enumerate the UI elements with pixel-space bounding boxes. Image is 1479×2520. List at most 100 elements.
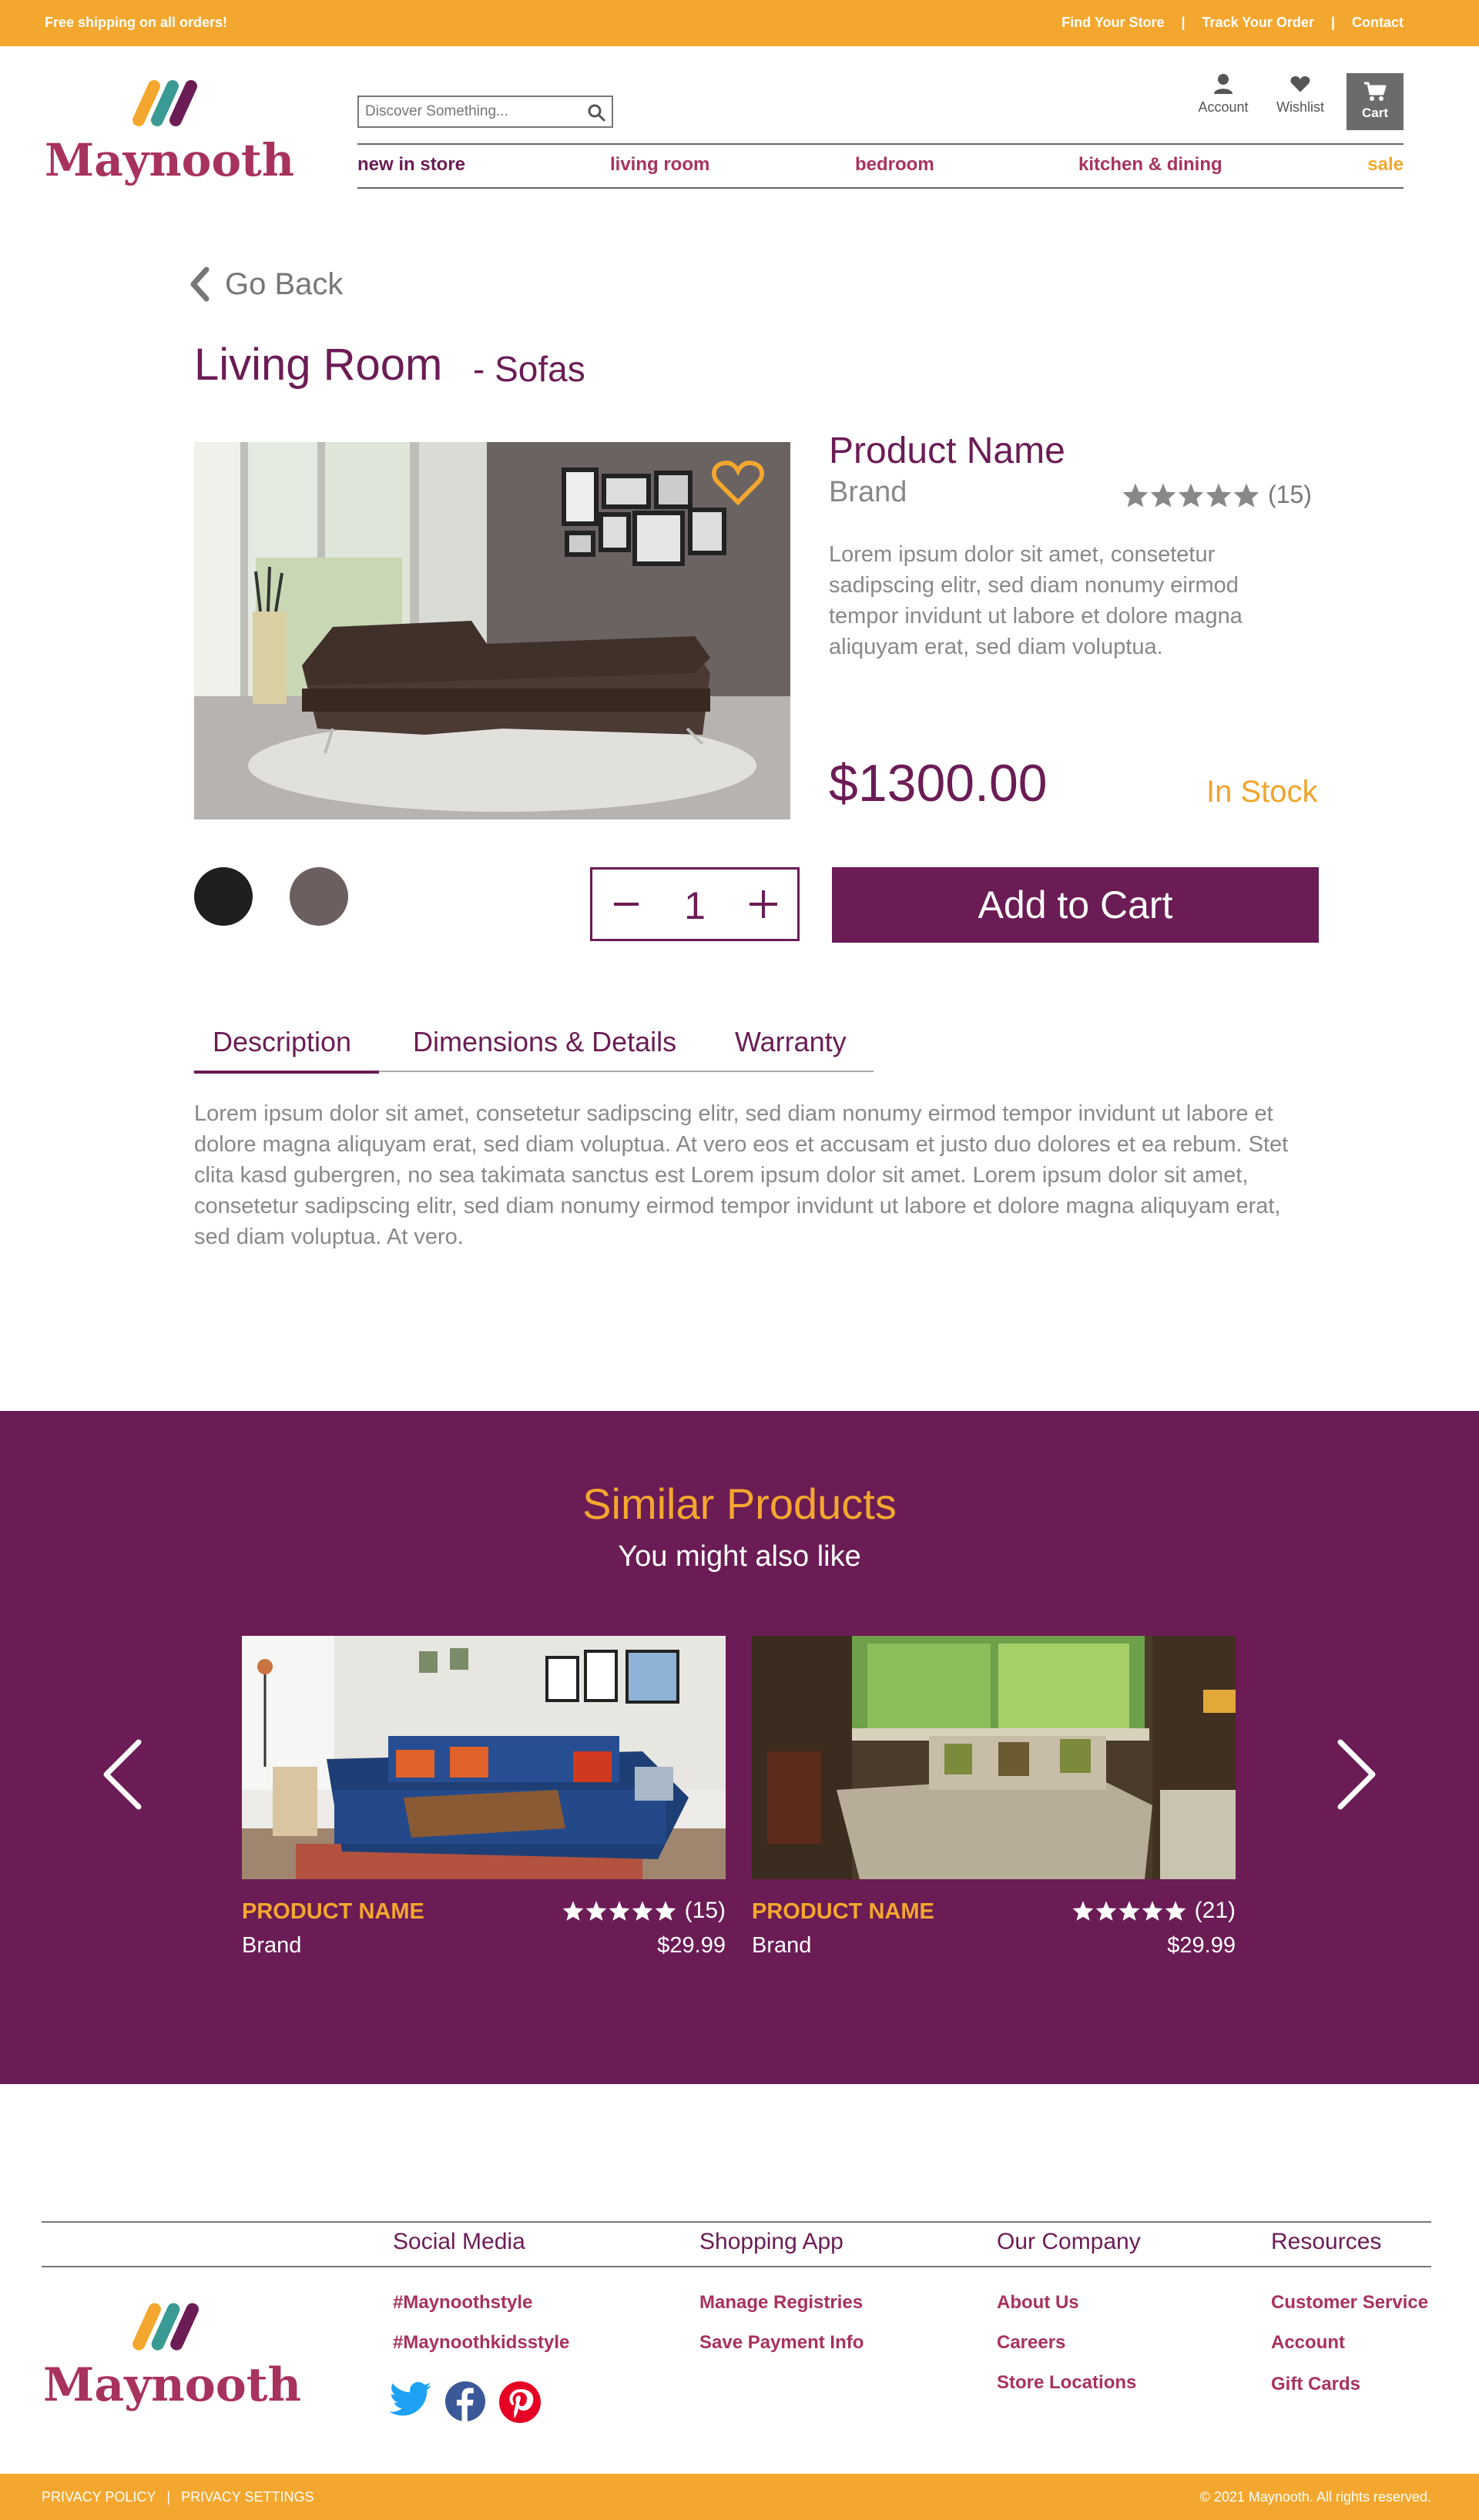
similar-product-brand: Brand xyxy=(752,1933,812,1958)
footer-heading-our-company: Our Company xyxy=(997,2229,1141,2254)
product-tabs: Description Dimensions & Details Warrant… xyxy=(194,1023,874,1074)
twitter-icon[interactable] xyxy=(390,2381,433,2418)
footer-legal-bar: PRIVACY POLICY | PRIVACY SETTINGS © 2021… xyxy=(0,2474,1479,2520)
similar-product-reviews: (15) xyxy=(684,1898,726,1923)
category-title: Living Room xyxy=(194,340,443,390)
privacy-policy-link[interactable]: PRIVACY POLICY xyxy=(42,2489,156,2505)
star-icon xyxy=(1118,1901,1140,1921)
cart-button[interactable]: Cart xyxy=(1347,73,1404,130)
star-icon xyxy=(562,1901,584,1921)
star-icon xyxy=(1142,1901,1163,1921)
product-brand: Brand xyxy=(829,476,907,508)
star-icon xyxy=(1095,1901,1117,1921)
footer-link-store-locations[interactable]: Store Locations xyxy=(997,2372,1136,2394)
similar-product-name[interactable]: PRODUCT NAME xyxy=(242,1899,424,1925)
tab-content-description: Lorem ipsum dolor sit amet, consetetur s… xyxy=(194,1101,1289,1249)
quantity-stepper: 1 xyxy=(590,867,800,941)
brand-name: Maynooth xyxy=(43,2358,302,2412)
similar-product-price: $29.99 xyxy=(657,1933,726,1958)
nav-top-divider xyxy=(357,143,1404,145)
logo-mark-icon xyxy=(132,80,197,126)
contact-link[interactable]: Contact xyxy=(1352,15,1404,31)
privacy-settings-link[interactable]: PRIVACY SETTINGS xyxy=(181,2489,314,2505)
tab-dimensions-details[interactable]: Dimensions & Details xyxy=(413,1026,676,1058)
carousel-next-icon[interactable] xyxy=(1336,1739,1377,1810)
similar-product-reviews: (21) xyxy=(1194,1898,1236,1923)
nav-living-room[interactable]: living room xyxy=(610,154,709,176)
similar-product-rating: (15) xyxy=(562,1898,726,1924)
similar-product-name[interactable]: PRODUCT NAME xyxy=(752,1899,934,1925)
search-input[interactable] xyxy=(365,102,573,122)
footer-link-save-payment-info[interactable]: Save Payment Info xyxy=(699,2332,864,2354)
similar-products-section: Similar Products You might also like PRO… xyxy=(0,1411,1479,2084)
footer-logo[interactable]: Maynooth xyxy=(43,2300,301,2415)
account-button[interactable]: Account xyxy=(1189,73,1257,116)
cart-icon xyxy=(1364,82,1387,101)
brand-name: Maynooth xyxy=(45,134,294,186)
footer-link-account[interactable]: Account xyxy=(1271,2332,1345,2354)
cart-label: Cart xyxy=(1361,106,1388,120)
star-icon xyxy=(1206,482,1232,508)
header-logo[interactable]: Maynooth xyxy=(45,77,294,193)
separator: | xyxy=(1330,15,1335,30)
star-rating xyxy=(562,1900,677,1922)
footer-link-careers[interactable]: Careers xyxy=(997,2332,1065,2354)
separator: | xyxy=(166,2489,171,2505)
tab-description[interactable]: Description xyxy=(213,1026,351,1058)
search-icon[interactable] xyxy=(587,103,605,122)
go-back-label: Go Back xyxy=(225,266,344,301)
similar-products-title: Similar Products xyxy=(582,1479,897,1528)
footer-link-gift-cards[interactable]: Gift Cards xyxy=(1271,2374,1360,2395)
top-promo-bar: Free shipping on all orders! Find Your S… xyxy=(0,0,1479,46)
go-back-link[interactable]: Go Back xyxy=(189,266,343,302)
footer-link-maynoothstyle[interactable]: #Maynoothstyle xyxy=(393,2292,532,2314)
wishlist-heart-icon[interactable] xyxy=(710,457,766,507)
account-label: Account xyxy=(1198,99,1249,115)
footer-link-customer-service[interactable]: Customer Service xyxy=(1271,2292,1428,2314)
footer-top-divider xyxy=(42,2221,1431,2223)
similar-product-card[interactable]: PRODUCT NAME Brand (15) $29.99 xyxy=(242,1636,726,1958)
footer-link-manage-registries[interactable]: Manage Registries xyxy=(699,2292,863,2314)
copyright-text: © 2021 Maynooth. All rights reserved. xyxy=(1199,2489,1431,2505)
wishlist-button[interactable]: Wishlist xyxy=(1268,73,1333,116)
nav-new-in-store[interactable]: new in store xyxy=(357,154,465,176)
product-name: Product Name xyxy=(829,431,1065,471)
footer-link-about-us[interactable]: About Us xyxy=(997,2292,1079,2314)
pinterest-icon[interactable] xyxy=(499,2381,541,2423)
track-your-order-link[interactable]: Track Your Order xyxy=(1202,15,1314,31)
similar-product-brand: Brand xyxy=(242,1933,302,1958)
carousel-prev-icon[interactable] xyxy=(102,1739,143,1810)
nav-kitchen-dining[interactable]: kitchen & dining xyxy=(1078,154,1222,176)
star-icon xyxy=(632,1901,653,1921)
minus-icon[interactable] xyxy=(603,880,649,928)
chevron-left-icon xyxy=(190,266,210,302)
add-to-cart-button[interactable]: Add to Cart xyxy=(832,867,1319,943)
footer-heading-social-media: Social Media xyxy=(393,2229,525,2254)
star-icon xyxy=(1178,482,1204,508)
quantity-value[interactable]: 1 xyxy=(662,883,728,928)
review-count: (15) xyxy=(1268,481,1312,508)
nav-bedroom[interactable]: bedroom xyxy=(855,154,934,176)
main-nav: new in store living room bedroom kitchen… xyxy=(357,154,1404,177)
find-your-store-link[interactable]: Find Your Store xyxy=(1061,15,1164,31)
star-icon xyxy=(609,1901,630,1921)
footer-heading-resources: Resources xyxy=(1271,2229,1382,2254)
star-icon xyxy=(585,1901,607,1921)
product-rating[interactable]: (15) xyxy=(1122,481,1312,509)
plus-icon[interactable] xyxy=(740,880,786,928)
color-swatch-grey[interactable] xyxy=(290,867,348,926)
color-swatch-black[interactable] xyxy=(194,867,253,926)
user-icon xyxy=(1214,74,1232,94)
product-image xyxy=(194,442,790,819)
facebook-icon[interactable] xyxy=(445,2381,485,2421)
search-box xyxy=(357,96,613,128)
tab-warranty[interactable]: Warranty xyxy=(735,1026,847,1058)
top-links: Find Your Store | Track Your Order | Con… xyxy=(1061,15,1404,31)
footer-header-divider xyxy=(42,2266,1431,2267)
active-tab-indicator xyxy=(194,1071,379,1074)
footer-link-maynoothkidsstyle[interactable]: #Maynoothkidsstyle xyxy=(393,2332,569,2354)
nav-bottom-divider xyxy=(357,187,1404,189)
similar-product-card[interactable]: PRODUCT NAME Brand (21) $29.99 xyxy=(752,1636,1236,1958)
nav-sale[interactable]: sale xyxy=(1367,154,1404,176)
separator: | xyxy=(1181,15,1186,30)
